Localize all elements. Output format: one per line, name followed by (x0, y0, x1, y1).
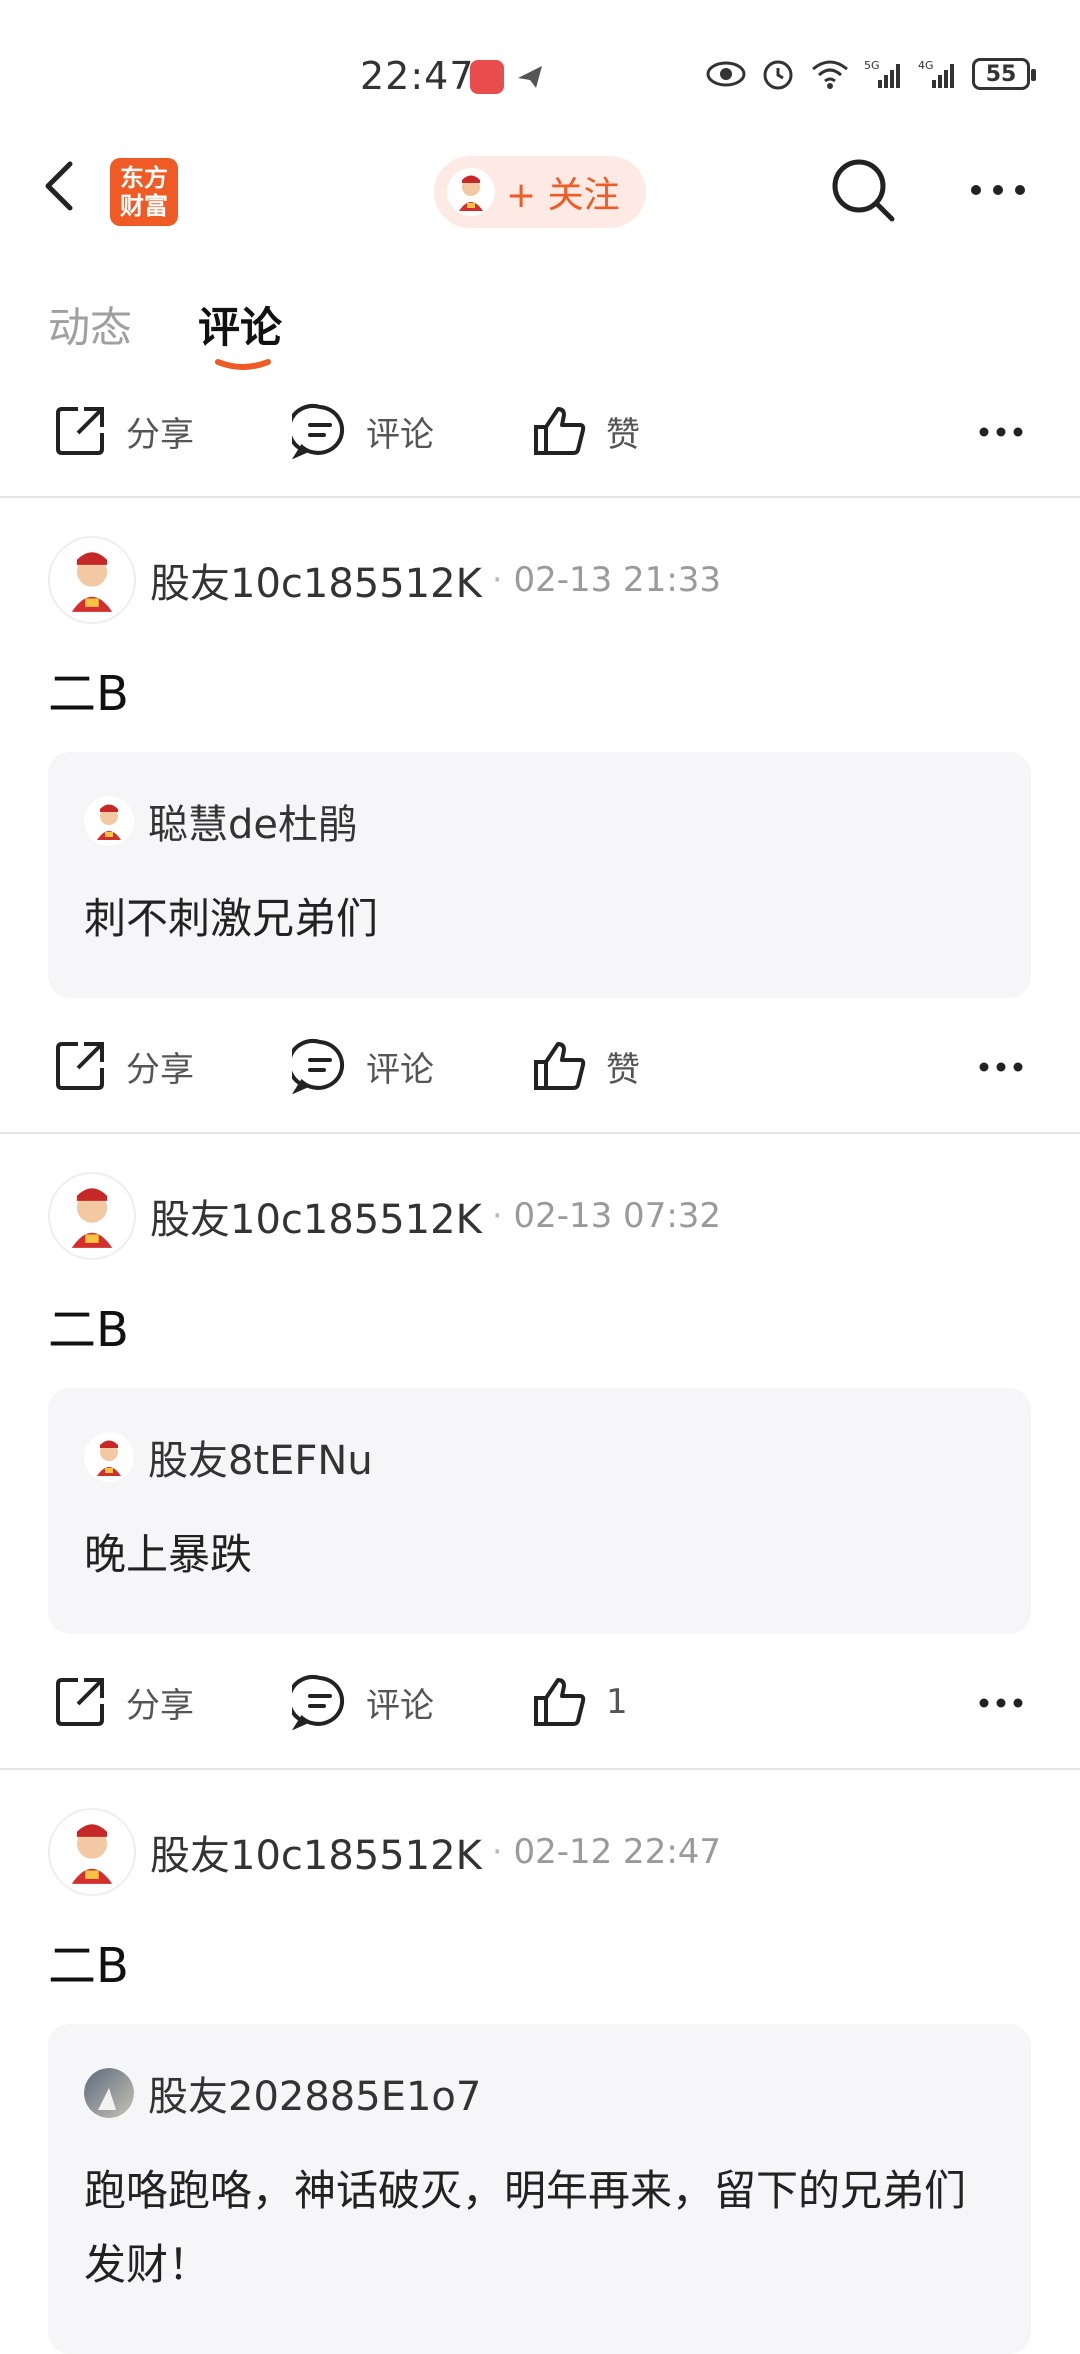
comment-label: 评论 (366, 1685, 434, 1726)
signal-5g-icon: 5G (864, 59, 900, 88)
active-tab-indicator (215, 359, 271, 370)
huawei-app-icon (470, 60, 504, 94)
tab-bar: 动态 评论 (0, 282, 1080, 382)
like-label: 赞 (606, 414, 640, 455)
battery-level: 55 (985, 61, 1017, 87)
share-icon (56, 1042, 104, 1090)
search-button[interactable] (828, 155, 898, 229)
action-row: 分享 评论 赞 (0, 376, 1080, 486)
timestamp: 02-12 22:47 (492, 1832, 721, 1872)
caishen-avatar-icon (446, 167, 496, 217)
quoted-post-header: 股友8tEFNu (84, 1428, 373, 1486)
more-dots-icon[interactable] (978, 426, 1024, 438)
brand-logo[interactable]: 东方 财富 (110, 158, 178, 226)
quoted-post[interactable]: 股友202885E1o7 跑咯跑咯，神话破灭，明年再来，留下的兄弟们发财！ (48, 2024, 1031, 2354)
status-bar: 22:47 5G 4G 55 (0, 0, 1080, 150)
like-button[interactable]: 赞 (532, 376, 640, 486)
thumbs-up-icon (534, 407, 586, 455)
quoted-user-avatar (84, 1432, 134, 1482)
status-time: 22:47 (360, 54, 475, 98)
divider (0, 1132, 1080, 1134)
follow-button[interactable]: + 关注 (434, 156, 646, 228)
username[interactable]: 股友10c185512K (150, 1187, 482, 1245)
share-icon (56, 1678, 104, 1726)
comment-button[interactable]: 评论 (292, 1647, 434, 1757)
divider (0, 496, 1080, 498)
battery-icon: 55 (972, 58, 1036, 90)
timestamp: 02-13 21:33 (492, 560, 721, 600)
signal-4g-icon: 4G (918, 59, 954, 88)
more-dots-icon[interactable] (978, 1697, 1024, 1709)
search-icon (832, 159, 895, 222)
post-text: 二B (48, 666, 129, 722)
share-button[interactable]: 分享 (52, 1647, 194, 1757)
quoted-post-header: 股友202885E1o7 (84, 2064, 481, 2122)
user-avatar[interactable] (48, 1808, 136, 1896)
chevron-left-icon (45, 161, 73, 211)
user-avatar[interactable] (48, 1172, 136, 1260)
comment-label: 评论 (366, 414, 434, 455)
quoted-text: 晚上暴跌 (84, 1530, 253, 1579)
like-label: 赞 (606, 1049, 640, 1090)
comment-icon (292, 1675, 345, 1730)
quoted-username: 股友8tEFNu (148, 1438, 373, 1484)
quoted-text: 跑咯跑咯，神话破灭，明年再来，留下的兄弟们发财！ (84, 2166, 967, 2289)
share-label: 分享 (126, 1049, 194, 1090)
username[interactable]: 股友10c185512K (150, 551, 482, 609)
comment-icon (292, 404, 345, 459)
timestamp: 02-13 07:32 (492, 1196, 721, 1236)
more-dots-icon (971, 185, 1025, 195)
like-button[interactable]: 1 (532, 1647, 628, 1757)
back-button[interactable] (40, 158, 80, 218)
action-row: 分享 评论 1 (0, 1647, 1080, 1757)
share-label: 分享 (126, 414, 194, 455)
comment-label: 评论 (366, 1049, 434, 1090)
brand-logo-line2: 财富 (120, 192, 168, 220)
comment-button[interactable]: 评论 (292, 1011, 434, 1121)
quoted-user-avatar (84, 796, 134, 846)
share-button[interactable]: 分享 (52, 1011, 194, 1121)
like-button[interactable]: 赞 (532, 1011, 640, 1121)
quoted-post[interactable]: 股友8tEFNu 晚上暴跌 (48, 1388, 1031, 1634)
divider (0, 1768, 1080, 1770)
follow-label: + 关注 (506, 175, 620, 216)
share-button[interactable]: 分享 (52, 376, 194, 486)
thumbs-up-icon (534, 1042, 586, 1090)
telegram-icon (514, 60, 548, 94)
quoted-text: 刺不刺激兄弟们 (84, 894, 379, 943)
comment-button[interactable]: 评论 (292, 376, 434, 486)
quoted-post[interactable]: 聪慧de杜鹃 刺不刺激兄弟们 (48, 752, 1031, 998)
post-header: 股友10c185512K 02-13 07:32 (48, 1170, 721, 1262)
svg-text:4G: 4G (918, 59, 934, 72)
alarm-icon (763, 60, 793, 90)
username[interactable]: 股友10c185512K (150, 1823, 482, 1881)
share-label: 分享 (126, 1685, 194, 1726)
svg-text:5G: 5G (864, 59, 880, 72)
quoted-user-avatar (84, 2068, 134, 2118)
status-icons: 5G 4G 55 (706, 56, 1036, 92)
post-text: 二B (48, 1938, 129, 1994)
tab-comments[interactable]: 评论 (198, 294, 282, 355)
eye-icon (706, 61, 746, 87)
post-header: 股友10c185512K 02-12 22:47 (48, 1806, 721, 1898)
quoted-post-header: 聪慧de杜鹃 (84, 792, 358, 850)
user-avatar[interactable] (48, 536, 136, 624)
share-icon (56, 407, 104, 455)
thumbs-up-icon (534, 1678, 586, 1726)
tab-dynamic[interactable]: 动态 (48, 294, 132, 355)
action-row: 分享 评论 赞 (0, 1011, 1080, 1121)
comment-icon (292, 1039, 345, 1094)
more-options-button[interactable] (968, 182, 1028, 201)
post-text: 二B (48, 1302, 129, 1358)
brand-logo-line1: 东方 (120, 164, 168, 192)
like-count: 1 (606, 1682, 628, 1722)
more-dots-icon[interactable] (978, 1061, 1024, 1073)
quoted-username: 聪慧de杜鹃 (148, 802, 358, 848)
post-header: 股友10c185512K 02-13 21:33 (48, 534, 721, 626)
quoted-username: 股友202885E1o7 (148, 2074, 482, 2120)
wifi-icon (812, 60, 848, 89)
